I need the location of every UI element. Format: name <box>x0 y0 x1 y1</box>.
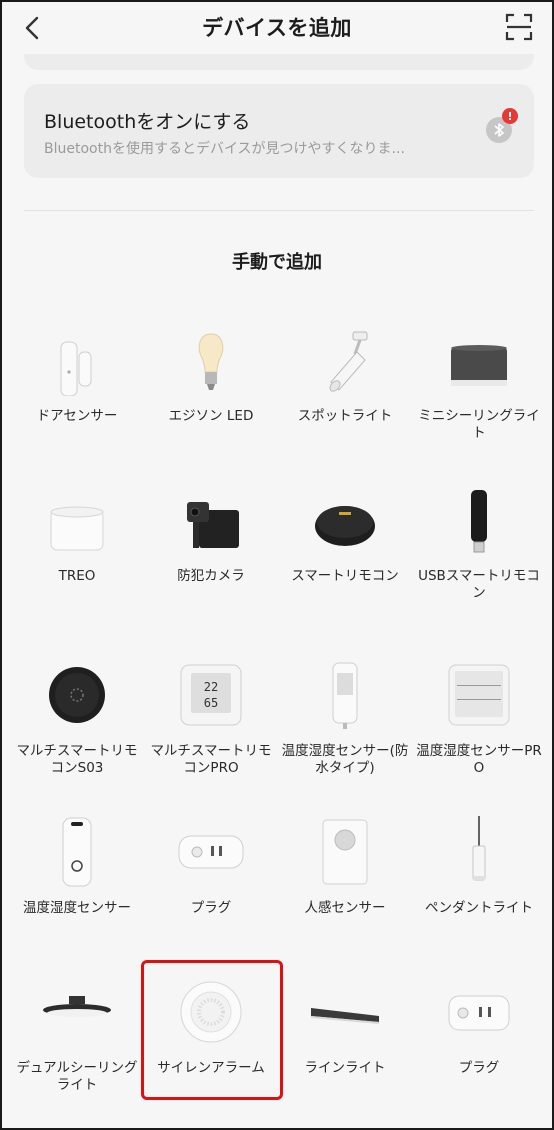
treo-light-icon <box>41 484 113 556</box>
thermo-display-icon: 22 65 <box>175 659 247 731</box>
device-edison-led[interactable]: エジソン LED <box>144 324 278 464</box>
device-label: ラインライト <box>304 1060 386 1076</box>
round-remote-icon <box>41 659 113 731</box>
device-door-sensor[interactable]: ドアセンサー <box>10 324 144 464</box>
device-pendant-light[interactable]: ペンダントライト <box>412 816 546 956</box>
device-label: エジソン LED <box>168 408 254 424</box>
line-light-icon <box>309 976 381 1048</box>
device-label: デュアルシーリングライト <box>16 1060 138 1093</box>
thermo-hygro-sensor-icon <box>41 816 113 888</box>
selection-highlight <box>141 960 283 1100</box>
scan-button[interactable] <box>504 12 534 42</box>
device-label: 温度湿度センサーPRO <box>416 743 542 776</box>
device-plug[interactable]: プラグ <box>144 816 278 956</box>
bluetooth-subtitle: Bluetoothを使用するとデバイスが見つけやすくなりま... <box>44 141 405 157</box>
spotlight-icon <box>309 324 381 396</box>
mini-ceiling-light-icon <box>443 324 515 396</box>
device-label: 温度湿度センサー(防水タイプ) <box>281 743 409 776</box>
device-label: スポットライト <box>297 408 393 424</box>
security-camera-icon <box>175 484 247 556</box>
motion-sensor-icon <box>309 816 381 888</box>
divider <box>24 210 534 211</box>
svg-text:65: 65 <box>204 696 218 710</box>
device-motion-sensor[interactable]: 人感センサー <box>278 816 412 956</box>
device-label: マルチスマートリモコンS03 <box>16 743 138 776</box>
svg-text:22: 22 <box>204 680 218 694</box>
edison-bulb-icon <box>175 324 247 396</box>
alert-badge: ! <box>502 108 518 124</box>
waterproof-sensor-icon <box>309 659 381 731</box>
device-label: 温度湿度センサー <box>23 900 131 916</box>
device-spotlight[interactable]: スポットライト <box>278 324 412 464</box>
usb-remote-icon <box>443 484 515 556</box>
manual-add-title: 手動で追加 <box>232 252 322 273</box>
device-label: TREO <box>58 568 96 584</box>
device-security-camera[interactable]: 防犯カメラ <box>144 484 278 624</box>
device-label: スマートリモコン <box>291 568 399 584</box>
device-label: プラグ <box>458 1060 500 1076</box>
bluetooth-title: Bluetoothをオンにする <box>44 111 251 133</box>
pendant-light-icon <box>443 816 515 888</box>
door-sensor-icon <box>41 324 113 396</box>
device-sensor-pro[interactable]: 温度湿度センサーPRO <box>412 659 546 799</box>
dual-ceiling-light-icon <box>41 976 113 1048</box>
device-label: マルチスマートリモコンPRO <box>150 743 272 776</box>
page-title: デバイスを追加 <box>202 16 352 40</box>
device-label: ドアセンサー <box>36 408 118 424</box>
device-multi-remote-pro[interactable]: 22 65 マルチスマートリモコンPRO <box>144 659 278 799</box>
device-usb-remote[interactable]: USBスマートリモコン <box>412 484 546 624</box>
app-screen: デバイスを追加 Bluetoothをオンにする Bluetoothを使用するとデ… <box>0 0 554 1130</box>
sensor-pro-icon <box>443 659 515 731</box>
smart-remote-icon <box>309 484 381 556</box>
device-thermo-hygro-sensor[interactable]: 温度湿度センサー <box>10 816 144 956</box>
device-waterproof-sensor[interactable]: 温度湿度センサー(防水タイプ) <box>278 659 412 799</box>
plug-icon <box>175 816 247 888</box>
device-label: 人感センサー <box>304 900 386 916</box>
scan-icon <box>505 13 533 41</box>
header: デバイスを追加 <box>2 2 552 54</box>
bluetooth-card[interactable]: Bluetoothをオンにする Bluetoothを使用するとデバイスが見つけや… <box>24 84 534 178</box>
device-multi-remote-s03[interactable]: マルチスマートリモコンS03 <box>10 659 144 799</box>
previous-card-edge <box>24 54 534 70</box>
device-label: プラグ <box>190 900 232 916</box>
device-treo[interactable]: TREO <box>10 484 144 624</box>
device-label: 防犯カメラ <box>177 568 245 584</box>
device-mini-ceiling-light[interactable]: ミニシーリングライト <box>412 324 546 464</box>
device-label: USBスマートリモコン <box>418 568 540 601</box>
device-label: ミニシーリングライト <box>418 408 540 441</box>
device-label: ペンダントライト <box>425 900 533 916</box>
device-dual-ceiling-light[interactable]: デュアルシーリングライト <box>10 976 144 1116</box>
device-plug-mini[interactable]: プラグ <box>412 976 546 1116</box>
device-smart-remote[interactable]: スマートリモコン <box>278 484 412 624</box>
device-line-light[interactable]: ラインライト <box>278 976 412 1116</box>
plug-mini-icon <box>443 976 515 1048</box>
